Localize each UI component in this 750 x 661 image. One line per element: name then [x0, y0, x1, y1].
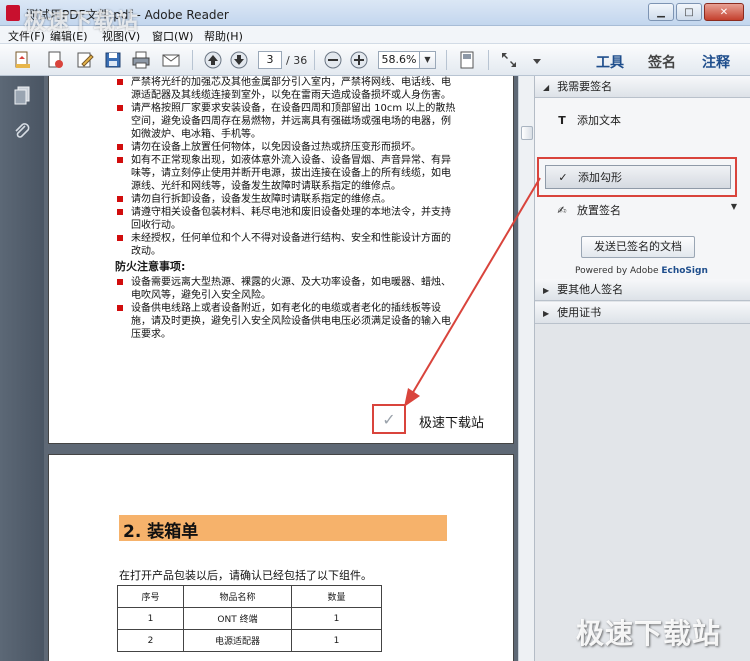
section-header-get-others-to-sign[interactable]: ▶ 要其他人签名 — [535, 279, 750, 301]
menu-window[interactable]: 窗口(W) — [152, 28, 193, 44]
page-thumbnails-icon[interactable] — [13, 86, 31, 106]
toolbar-more-icon[interactable] — [526, 49, 548, 71]
zoom-level-input[interactable]: 58.6% — [378, 51, 420, 69]
place-signature-button[interactable]: ✍ 放置签名 — [555, 202, 621, 218]
placed-checkmark-icon[interactable]: ✓ — [372, 404, 406, 434]
open-file-icon[interactable] — [12, 49, 34, 71]
attachments-icon[interactable] — [13, 122, 31, 142]
table-cell: 1 — [117, 607, 184, 630]
zoom-out-icon[interactable] — [322, 49, 344, 71]
echosign-brand: EchoSign — [661, 266, 708, 276]
list-item: 设备需要远离大型热源、裸露的火源、及大功率设备，如电暖器、蜡烛、电吹风等，避免引… — [117, 276, 457, 302]
tab-tools[interactable]: 工具 — [596, 52, 624, 72]
table-cell: 1 — [291, 607, 382, 630]
table-header: 物品名称 — [183, 585, 292, 608]
table-row: 2 电源适配器 1 — [117, 629, 382, 652]
add-checkmark-label: 添加勾形 — [578, 171, 622, 184]
signature-icon: ✍ — [557, 203, 567, 217]
list-item: 请勿在设备上放置任何物体，以免因设备过热或挤压变形而损坏。 — [117, 141, 457, 154]
section-heading-bar: 2. 装箱单 — [119, 515, 447, 542]
section-i-need-to-sign: ◢ 我需要签名 T 添加文本 ✓ 添加勾形 ✍ 放置签名 ▼ 发送已签名的文档 P… — [535, 76, 750, 288]
toolbar: 3 / 36 58.6% ▼ 工具 签名 注释 — [0, 44, 750, 76]
safety-notes-list: 严禁将光纤的加强芯及其他金属部分引入室内，严禁将网线、电话线、电源适配器及其线缆… — [115, 76, 457, 341]
section-work-with-certificates: ▶ 使用证书 — [535, 302, 750, 324]
pdf-page: 2. 装箱单 在打开产品包装以后，请确认已经包括了以下组件。 序号 物品名称 数… — [48, 454, 514, 661]
list-item: 如有不正常现象出现，如液体意外流入设备、设备冒烟、声音异常、有异味等，请立刻停止… — [117, 154, 457, 193]
list-item: 请遵守相关设备包装材料、耗尽电池和废旧设备处理的本地法令，并支持回收行动。 — [117, 206, 457, 232]
powered-by-label: Powered by Adobe EchoSign — [575, 266, 708, 276]
section-label: 我需要签名 — [557, 80, 613, 93]
table-header: 序号 — [117, 585, 184, 608]
sign-panel: ◢ 我需要签名 T 添加文本 ✓ 添加勾形 ✍ 放置签名 ▼ 发送已签名的文档 P… — [534, 76, 750, 661]
table-row: 1 ONT 终端 1 — [117, 607, 382, 630]
expanded-triangle-icon: ◢ — [543, 83, 550, 92]
text-tool-icon: T — [558, 113, 566, 127]
place-signature-dropdown-icon[interactable]: ▼ — [731, 202, 737, 211]
page-number-input[interactable]: 3 — [258, 51, 282, 69]
watermark-top: 极速下载站 — [24, 10, 140, 35]
previous-page-icon[interactable] — [202, 49, 224, 71]
close-button[interactable]: ✕ — [704, 3, 744, 21]
table-cell: 电源适配器 — [183, 629, 292, 652]
email-icon[interactable] — [160, 49, 182, 71]
checkmark-caption: 极速下载站 — [419, 416, 485, 431]
menu-help[interactable]: 帮助(H) — [204, 28, 243, 44]
watermark-bottom: 极速下载站 — [576, 617, 722, 650]
fullscreen-icon[interactable] — [498, 49, 520, 71]
powered-prefix: Powered by Adobe — [575, 266, 662, 276]
list-item: 未经授权，任何单位和个人不得对设备进行结构、安全和性能设计方面的改动。 — [117, 232, 457, 258]
collapsed-triangle-icon: ▶ — [543, 286, 550, 295]
print-icon[interactable] — [130, 49, 152, 71]
page-view-icon[interactable] — [456, 49, 478, 71]
add-text-label: 添加文本 — [577, 114, 621, 127]
toolbar-separator — [488, 50, 489, 70]
toolbar-separator — [314, 50, 315, 70]
table-cell: ONT 终端 — [183, 607, 292, 630]
packing-list-table: 序号 物品名称 数量 1 ONT 终端 1 2 电源适配器 1 — [117, 585, 382, 652]
page-total-label: / 36 — [286, 54, 308, 67]
send-signed-document-button[interactable]: 发送已签名的文档 — [581, 236, 695, 258]
save-icon[interactable] — [102, 49, 124, 71]
list-item: 请勿自行拆卸设备，设备发生故障时请联系指定的维修点。 — [117, 193, 457, 206]
adobe-reader-icon — [6, 5, 20, 21]
section-header-work-with-certificates[interactable]: ▶ 使用证书 — [535, 302, 750, 324]
section-label: 使用证书 — [557, 306, 602, 319]
add-text-button[interactable]: T 添加文本 — [555, 112, 621, 128]
table-header: 数量 — [291, 585, 382, 608]
tab-sign[interactable]: 签名 — [648, 52, 676, 72]
table-cell: 1 — [291, 629, 382, 652]
next-page-icon[interactable] — [228, 49, 250, 71]
pdf-page: 严禁将光纤的加强芯及其他金属部分引入室内，严禁将网线、电话线、电源适配器及其线缆… — [48, 76, 514, 444]
document-view[interactable]: 严禁将光纤的加强芯及其他金属部分引入室内，严禁将网线、电话线、电源适配器及其线缆… — [44, 76, 518, 661]
list-item: 设备供电线路上或者设备附近，如有老化的电缆或者老化的插线板等设施，请及时更换，避… — [117, 302, 457, 341]
section-body: T 添加文本 ✓ 添加勾形 ✍ 放置签名 ▼ 发送已签名的文档 Powered … — [535, 98, 750, 288]
add-checkmark-button[interactable]: ✓ 添加勾形 — [545, 165, 731, 189]
place-signature-label: 放置签名 — [577, 204, 621, 217]
tab-comment[interactable]: 注释 — [702, 52, 730, 72]
navigation-pane — [0, 76, 44, 661]
edit-icon[interactable] — [74, 49, 96, 71]
toolbar-separator — [192, 50, 193, 70]
window-controls: ▁ □ ✕ — [648, 3, 744, 21]
section-header-i-need-to-sign[interactable]: ◢ 我需要签名 — [535, 76, 750, 98]
list-item: 请严格按照厂家要求安装设备，在设备四周和顶部留出 10cm 以上的散热空间，避免… — [117, 102, 457, 141]
section-label: 要其他人签名 — [557, 283, 624, 296]
collapsed-triangle-icon: ▶ — [543, 309, 550, 318]
zoom-dropdown-button[interactable]: ▼ — [420, 51, 436, 69]
vertical-scrollbar[interactable] — [518, 76, 534, 661]
minimize-button[interactable]: ▁ — [648, 3, 674, 21]
fire-safety-heading: 防火注意事项: — [115, 260, 186, 273]
scrollbar-thumb[interactable] — [521, 126, 533, 140]
section-title: 2. 装箱单 — [123, 522, 199, 542]
list-item: 严禁将光纤的加强芯及其他金属部分引入室内，严禁将网线、电话线、电源适配器及其线缆… — [117, 76, 457, 102]
section-get-others-to-sign: ▶ 要其他人签名 — [535, 279, 750, 301]
table-cell: 2 — [117, 629, 184, 652]
section-intro: 在打开产品包装以后，请确认已经包括了以下组件。 — [119, 569, 372, 582]
create-pdf-icon[interactable] — [44, 49, 66, 71]
zoom-in-icon[interactable] — [348, 49, 370, 71]
toolbar-separator — [446, 50, 447, 70]
maximize-button[interactable]: □ — [676, 3, 702, 21]
checkmark-icon: ✓ — [558, 170, 568, 184]
